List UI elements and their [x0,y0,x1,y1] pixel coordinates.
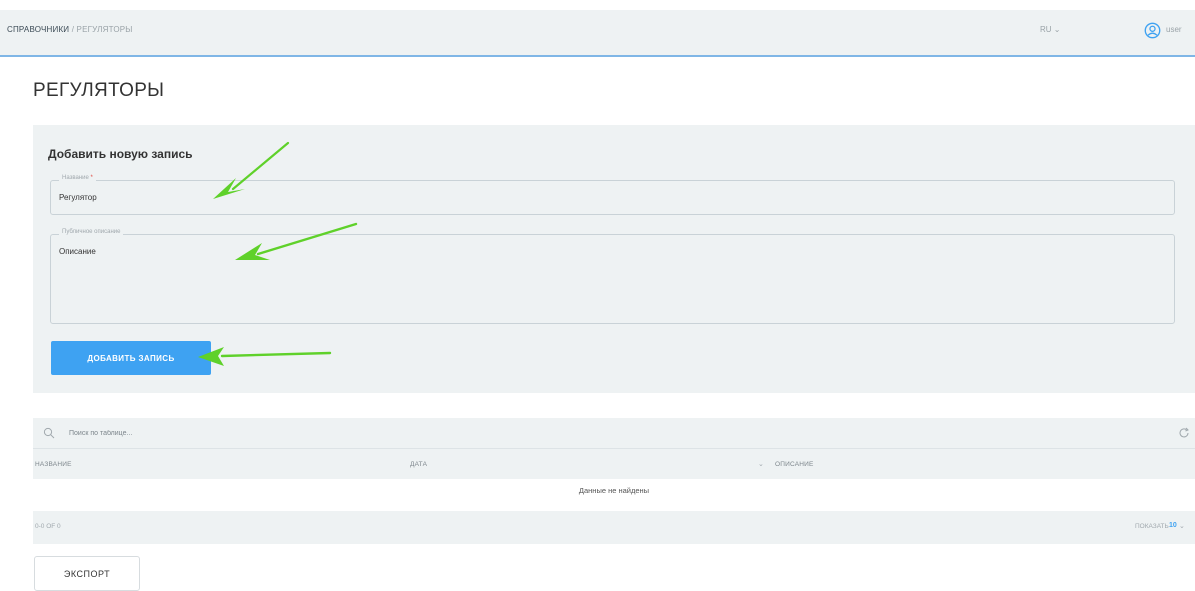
column-header-description[interactable]: ОПИСАНИЕ [775,461,814,468]
chevron-down-icon: ⌄ [1053,25,1061,34]
add-record-button[interactable]: ДОБАВИТЬ ЗАПИСЬ [51,341,211,375]
page-title: РЕГУЛЯТОРЫ [33,80,165,101]
search-icon [43,427,55,439]
breadcrumb: СПРАВОЧНИКИ / РЕГУЛЯТОРЫ [7,25,133,34]
table-search-bar [33,418,1195,449]
top-bar: СПРАВОЧНИКИ / РЕГУЛЯТОРЫ RU ⌄ user [0,10,1195,57]
table-empty-message: Данные не найдены [578,486,650,495]
table-footer: 0-0 OF 0 ПОКАЗАТЬ 10 ⌄ [33,511,1195,544]
add-record-panel: Добавить новую запись Название * Регулят… [33,125,1195,393]
user-name[interactable]: user [1166,25,1182,34]
breadcrumb-current: РЕГУЛЯТОРЫ [76,25,133,34]
name-field-label: Название * [59,175,96,181]
name-field[interactable]: Название * Регулятор [50,175,1175,215]
description-textarea-value[interactable]: Описание [59,247,96,256]
export-button[interactable]: ЭКСПОРТ [34,556,140,591]
name-input-value[interactable]: Регулятор [59,193,97,202]
language-selector[interactable]: RU ⌄ [1040,25,1061,34]
form-title: Добавить новую запись [48,147,193,161]
table-header: НАЗВАНИЕ ДАТА ⌄ ОПИСАНИЕ [33,449,1195,479]
breadcrumb-root[interactable]: СПРАВОЧНИКИ [7,25,69,34]
user-circle-icon[interactable] [1144,22,1161,39]
rows-per-page-label: ПОКАЗАТЬ [1135,523,1169,530]
sort-chevron-icon[interactable]: ⌄ [758,460,764,468]
column-header-date[interactable]: ДАТА [410,461,427,468]
description-field[interactable]: Публичное описание Описание [50,229,1175,324]
rows-per-page-select[interactable]: 10 [1169,522,1177,529]
chevron-down-icon[interactable]: ⌄ [1179,522,1185,530]
description-field-label: Публичное описание [59,229,124,235]
language-value: RU [1040,25,1052,34]
table-search-input[interactable] [69,425,669,441]
refresh-icon[interactable] [1178,427,1190,439]
breadcrumb-separator: / [69,25,77,34]
pagination-range: 0-0 OF 0 [35,523,61,530]
required-mark: * [90,175,93,181]
column-header-name[interactable]: НАЗВАНИЕ [35,461,72,468]
